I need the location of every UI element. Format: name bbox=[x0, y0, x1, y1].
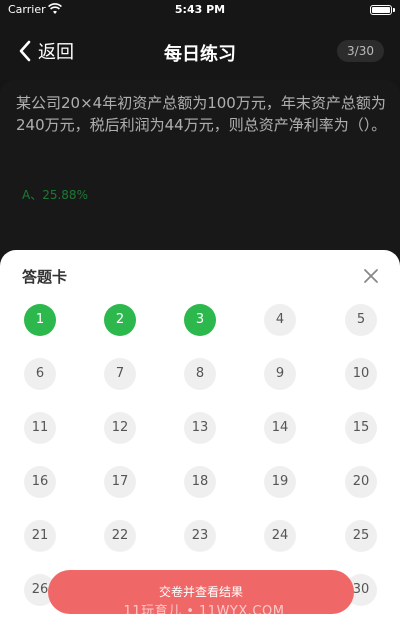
question-number-14[interactable]: 14 bbox=[264, 412, 296, 444]
question-number-21[interactable]: 21 bbox=[24, 520, 56, 552]
question-number-5[interactable]: 5 bbox=[345, 304, 377, 336]
question-number-17[interactable]: 17 bbox=[104, 466, 136, 498]
question-number-25[interactable]: 25 bbox=[345, 520, 377, 552]
question-number-3[interactable]: 3 bbox=[184, 304, 216, 336]
question-number-6[interactable]: 6 bbox=[24, 358, 56, 390]
question-number-11[interactable]: 11 bbox=[24, 412, 56, 444]
question-number-15[interactable]: 15 bbox=[345, 412, 377, 444]
sheet-title: 答题卡 bbox=[22, 268, 68, 286]
question-number-22[interactable]: 22 bbox=[104, 520, 136, 552]
question-number-10[interactable]: 10 bbox=[345, 358, 377, 390]
nav-bar: 返回 每日练习 3/30 bbox=[0, 20, 400, 80]
grid-row: 6 7 8 9 10 bbox=[0, 358, 400, 412]
status-bar: Carrier 5:43 PM bbox=[0, 0, 400, 20]
question-number-2[interactable]: 2 bbox=[104, 304, 136, 336]
grid-row: 11 12 13 14 15 bbox=[0, 412, 400, 466]
question-number-18[interactable]: 18 bbox=[184, 466, 216, 498]
grid-row: 16 17 18 19 20 bbox=[0, 466, 400, 520]
question-number-12[interactable]: 12 bbox=[104, 412, 136, 444]
question-number-16[interactable]: 16 bbox=[24, 466, 56, 498]
watermark: 11玩育儿 • 11WYX.COM bbox=[123, 604, 285, 619]
question-number-19[interactable]: 19 bbox=[264, 466, 296, 498]
progress-badge: 3/30 bbox=[337, 40, 384, 62]
battery-icon bbox=[370, 5, 395, 15]
grid-row: 21 22 23 24 25 bbox=[0, 520, 400, 574]
question-number-1[interactable]: 1 bbox=[24, 304, 56, 336]
question-number-8[interactable]: 8 bbox=[184, 358, 216, 390]
close-icon[interactable] bbox=[362, 267, 380, 285]
question-number-4[interactable]: 4 bbox=[264, 304, 296, 336]
question-number-24[interactable]: 24 bbox=[264, 520, 296, 552]
question-number-7[interactable]: 7 bbox=[104, 358, 136, 390]
clock: 5:43 PM bbox=[174, 3, 226, 16]
question-number-9[interactable]: 9 bbox=[264, 358, 296, 390]
question-number-23[interactable]: 23 bbox=[184, 520, 216, 552]
grid-row: 1 2 3 4 5 bbox=[0, 304, 400, 358]
question-number-13[interactable]: 13 bbox=[184, 412, 216, 444]
question-number-20[interactable]: 20 bbox=[345, 466, 377, 498]
